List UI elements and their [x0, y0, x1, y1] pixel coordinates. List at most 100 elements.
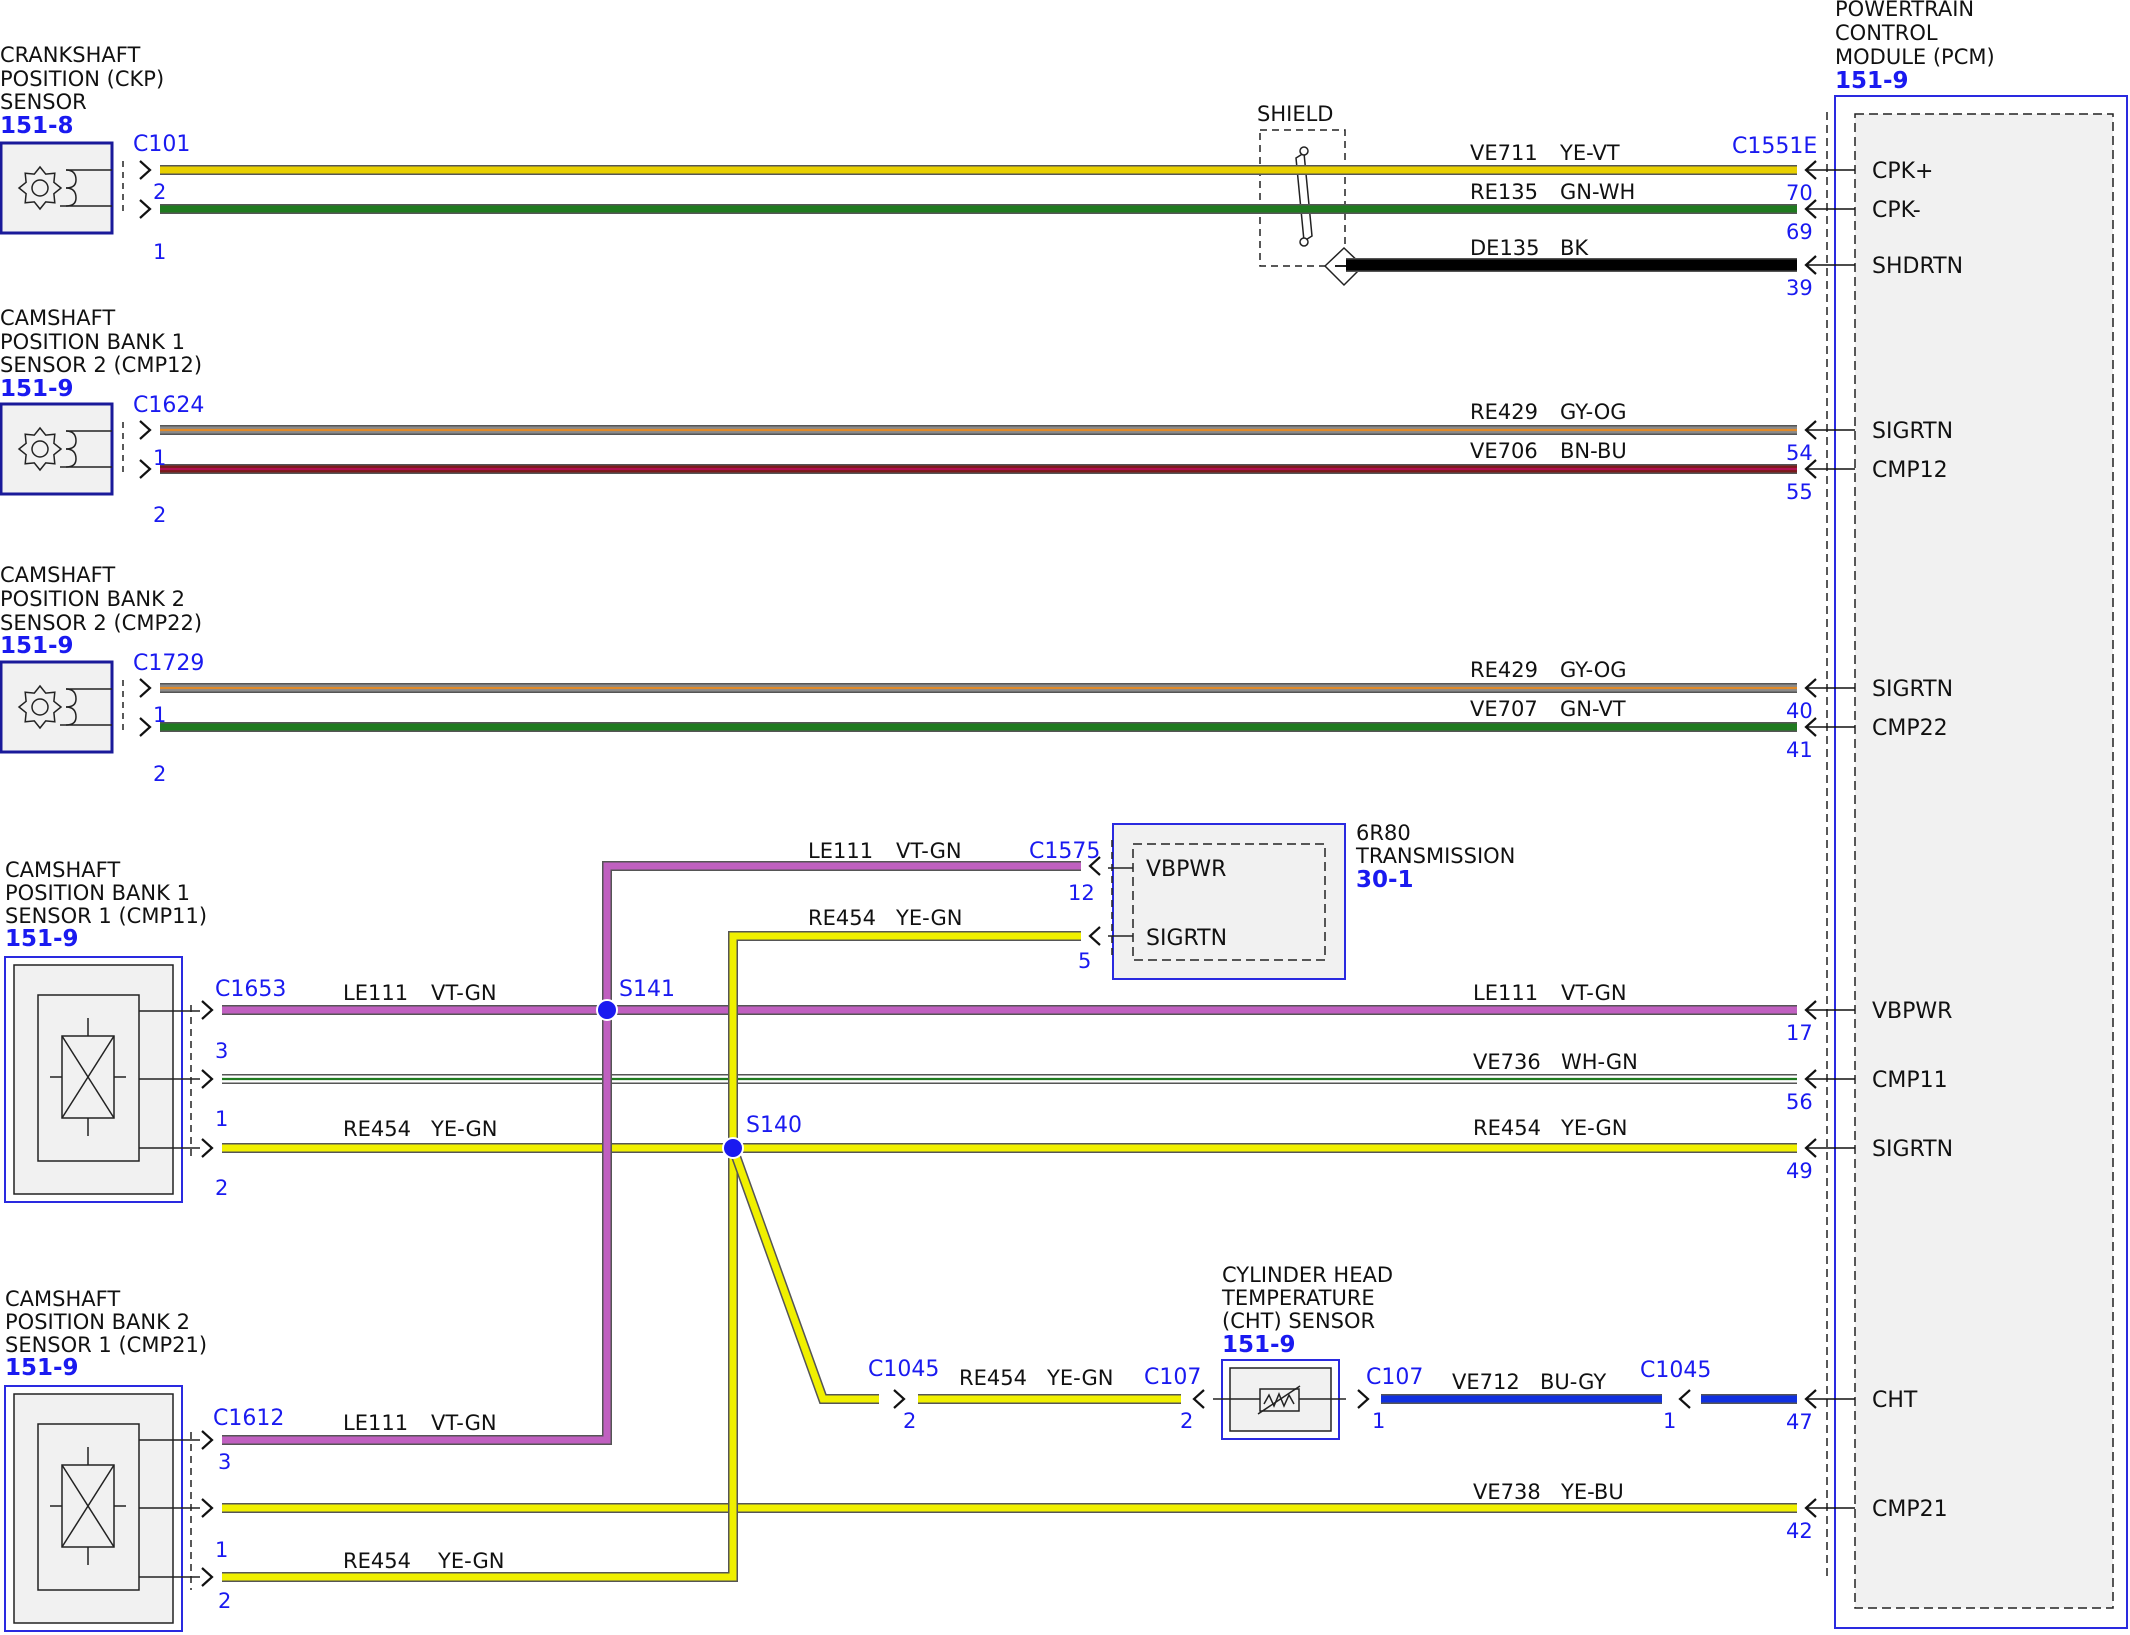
pcm-pin-name-54: SIGRTN	[1872, 419, 1953, 444]
pcm-connector: C1551E	[1732, 134, 1817, 159]
wire-ve711-circuit: VE711	[1470, 141, 1538, 165]
cmp12-ref: 151-9	[0, 376, 74, 402]
wire-ve711-color: YE-VT	[1559, 141, 1620, 165]
pcm-pin-name-42: CMP21	[1872, 1497, 1948, 1522]
pcm-pin-name-49: SIGRTN	[1872, 1137, 1953, 1162]
wire-re429a-circuit: RE429	[1470, 400, 1538, 424]
wire-le111-right-color: VT-GN	[1561, 981, 1627, 1005]
cmp11-ref: 151-9	[5, 926, 79, 952]
sensor-pin-arrow-w-cmp12	[139, 459, 152, 479]
pcm-pin-17: 17	[1786, 1021, 1813, 1045]
ckp-sensor	[0, 141, 124, 235]
wire-re429a-color: GY-OG	[1560, 400, 1627, 424]
pcm-pin-name-55: CMP12	[1872, 458, 1948, 483]
c1045-left-arrow	[893, 1389, 906, 1409]
inline-c107-right: C107	[1366, 1365, 1423, 1390]
pcm-ref: 151-9	[1835, 68, 1909, 94]
w-re454-cht-a	[728, 1146, 879, 1404]
pin-c107-1: 1	[1372, 1409, 1385, 1433]
cmp11-sensor	[4, 956, 200, 1203]
sensor-pin-arrow-w-cmp12-sig	[139, 420, 152, 440]
pin-c1045-1: 1	[1663, 1409, 1676, 1433]
cmp12-label-2: POSITION BANK 1	[0, 330, 185, 354]
splice-s141-label: S141	[619, 977, 675, 1002]
pcm-pin-49: 49	[1786, 1159, 1813, 1183]
wire-re454-right-color: YE-GN	[1560, 1116, 1627, 1140]
pcm-pin-name-47: CHT	[1872, 1388, 1918, 1413]
pin-cmp21-2: 2	[218, 1589, 231, 1613]
wire-ve706-circuit: VE706	[1470, 439, 1538, 463]
wire-ve706-color: BN-BU	[1560, 439, 1627, 463]
wire-de135-circuit: DE135	[1470, 236, 1540, 260]
pcm-pin-55: 55	[1786, 480, 1813, 504]
wire-ve712-color: BU-GY	[1540, 1370, 1606, 1394]
sensor-pin-w-cmp11: 1	[215, 1107, 228, 1131]
ckp-ref: 151-8	[0, 113, 74, 139]
cmp22-ref: 151-9	[0, 633, 74, 659]
wire-re454-cht-circuit: RE454	[959, 1366, 1027, 1390]
cmp21-label-2: POSITION BANK 2	[5, 1310, 190, 1334]
pin-trans-5: 5	[1078, 949, 1091, 973]
cmp11-label-1: CAMSHAFT	[5, 858, 120, 882]
wire-ve738-color: YE-BU	[1560, 1480, 1624, 1504]
wire-le111-cmp21-circuit: LE111	[343, 1411, 408, 1435]
cmp22-label-2: POSITION BANK 2	[0, 587, 185, 611]
pin-trans-12: 12	[1068, 881, 1095, 905]
pcm-module: POWERTRAIN CONTROL MODULE (PCM) 151-9 C1…	[1732, 0, 2128, 1629]
wire-re454-trans-circuit: RE454	[808, 906, 876, 930]
sensor-pin-arrow-w-cmp11-sig	[201, 1138, 214, 1158]
sensor-pin-arrow-cmp21-pwr	[201, 1430, 214, 1450]
sensor-pin-arrow-w-cmp11-pwr	[201, 1000, 214, 1020]
pcm-pin-42: 42	[1786, 1519, 1813, 1543]
cht-ref: 151-9	[1222, 1332, 1296, 1358]
wire-re429b-color: GY-OG	[1560, 658, 1627, 682]
pin-c107-2: 2	[1180, 1409, 1193, 1433]
pcm-pin-name-17: VBPWR	[1872, 999, 1952, 1024]
ckp-label-3: SENSOR	[0, 90, 87, 114]
ckp-label-1: CRANKSHAFT	[0, 43, 140, 67]
sensor-pin-w-cmp11-pwr: 3	[215, 1039, 228, 1063]
cmp11-label-2: POSITION BANK 1	[5, 881, 190, 905]
cmp22-connector: C1729	[133, 651, 204, 676]
cmp12-connector: C1624	[133, 393, 204, 418]
sensor-pin-arrow-w-cmp21	[201, 1498, 214, 1518]
trans-connector: C1575	[1029, 839, 1100, 864]
sensor-pin-arrow-w-ckp-plus	[139, 160, 152, 180]
wire-re429b-circuit: RE429	[1470, 658, 1538, 682]
pcm-pin-56: 56	[1786, 1090, 1813, 1114]
wire-le111-trans-circuit: LE111	[808, 839, 873, 863]
sensor-pin-w-ckp-minus: 1	[153, 240, 166, 264]
sensor-pin-w-ckp-plus: 2	[153, 180, 166, 204]
pcm-label-1: POWERTRAIN	[1835, 0, 1974, 21]
pcm-pin-47: 47	[1786, 1410, 1813, 1434]
wire-re454-right-circuit: RE454	[1473, 1116, 1541, 1140]
cmp11-label-3: SENSOR 1 (CMP11)	[5, 904, 207, 928]
wire-re454-left-circuit: RE454	[343, 1117, 411, 1141]
cmp21-label-1: CAMSHAFT	[5, 1287, 120, 1311]
wire-re454-trans-color: YE-GN	[895, 906, 962, 930]
wire-re454-cmp21-circuit: RE454	[343, 1549, 411, 1573]
c107-right-arrow	[1357, 1389, 1370, 1409]
sensor-pin-arrow-w-ckp-minus	[139, 199, 152, 219]
pcm-pin-41: 41	[1786, 738, 1813, 762]
wire-ve736-circuit: VE736	[1473, 1050, 1541, 1074]
wire-le111-cmp21-color: VT-GN	[431, 1411, 497, 1435]
wire-re454-left-color: YE-GN	[430, 1117, 497, 1141]
trans-pin-sigrtn: SIGRTN	[1146, 926, 1227, 951]
pcm-pin-name-69: CPK-	[1872, 198, 1921, 223]
c107-left-arrow	[1192, 1389, 1205, 1409]
cht-sensor	[1213, 1359, 1346, 1440]
cmp12-sensor	[0, 402, 124, 496]
shield-label: SHIELD	[1257, 102, 1333, 126]
pin-c1045-2: 2	[903, 1409, 916, 1433]
wire-ve712-circuit: VE712	[1452, 1370, 1520, 1394]
c1045-right-arrow	[1678, 1389, 1691, 1409]
cht-label-2: TEMPERATURE	[1221, 1286, 1375, 1310]
sensor-pin-w-cmp12: 2	[153, 503, 166, 527]
sensor-pin-w-cmp12-sig: 1	[153, 446, 166, 470]
ckp-connector: C101	[133, 132, 190, 157]
cmp22-sensor	[0, 660, 124, 754]
pcm-pin-name-41: CMP22	[1872, 716, 1948, 741]
wire-re135-color: GN-WH	[1560, 180, 1635, 204]
cmp12-label-3: SENSOR 2 (CMP12)	[0, 353, 202, 377]
